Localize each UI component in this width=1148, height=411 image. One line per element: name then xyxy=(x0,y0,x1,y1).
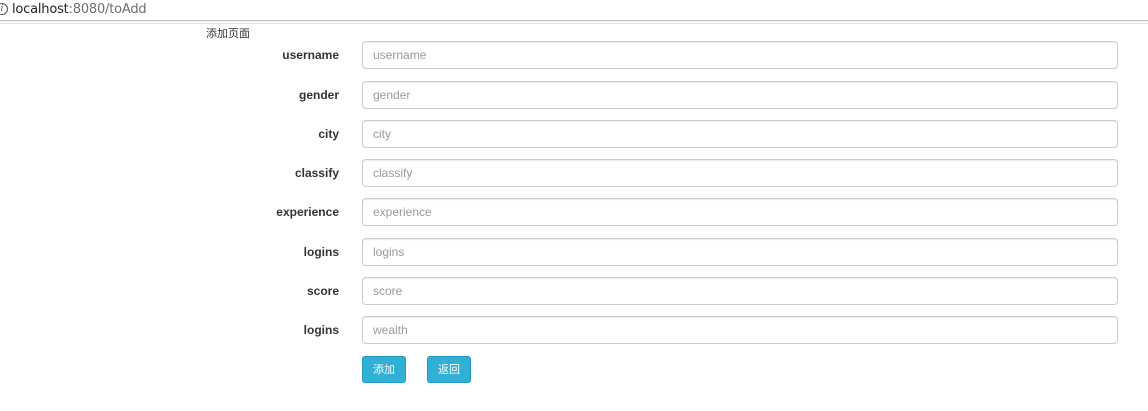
field-label-logins: logins xyxy=(303,245,339,259)
field-label-gender: gender xyxy=(298,88,339,102)
experience-input[interactable] xyxy=(362,198,1118,226)
info-icon[interactable]: i xyxy=(0,3,8,15)
url-path: :8080/toAdd xyxy=(68,2,147,17)
divider xyxy=(0,23,1148,24)
form-row-logins: logins xyxy=(0,238,1148,266)
url-text[interactable]: localhost:8080/toAdd xyxy=(12,2,147,18)
field-label-city: city xyxy=(318,127,339,141)
score-input[interactable] xyxy=(362,277,1118,305)
address-bar[interactable]: i localhost:8080/toAdd xyxy=(0,0,1148,21)
page-title: 添加页面 xyxy=(206,27,250,40)
add-button[interactable]: 添加 xyxy=(362,356,406,383)
classify-input[interactable] xyxy=(362,159,1118,187)
field-label-experience: experience xyxy=(276,205,339,219)
wealth-input[interactable] xyxy=(362,316,1118,344)
field-label-username: username xyxy=(282,48,339,62)
field-label-wealth: logins xyxy=(303,323,339,337)
form-row-classify: classify xyxy=(0,159,1148,187)
form-row-wealth: logins xyxy=(0,316,1148,344)
back-button[interactable]: 返回 xyxy=(427,356,471,383)
form-row-score: score xyxy=(0,277,1148,305)
field-label-score: score xyxy=(306,284,339,298)
city-input[interactable] xyxy=(362,120,1118,148)
username-input[interactable] xyxy=(362,41,1118,69)
gender-input[interactable] xyxy=(362,81,1118,109)
form-row-experience: experience xyxy=(0,198,1148,226)
form-row-gender: gender xyxy=(0,81,1148,109)
logins-input[interactable] xyxy=(362,238,1118,266)
form-row-username: username xyxy=(0,41,1148,69)
field-label-classify: classify xyxy=(294,166,339,180)
url-host: localhost xyxy=(12,2,69,17)
form-row-city: city xyxy=(0,120,1148,148)
